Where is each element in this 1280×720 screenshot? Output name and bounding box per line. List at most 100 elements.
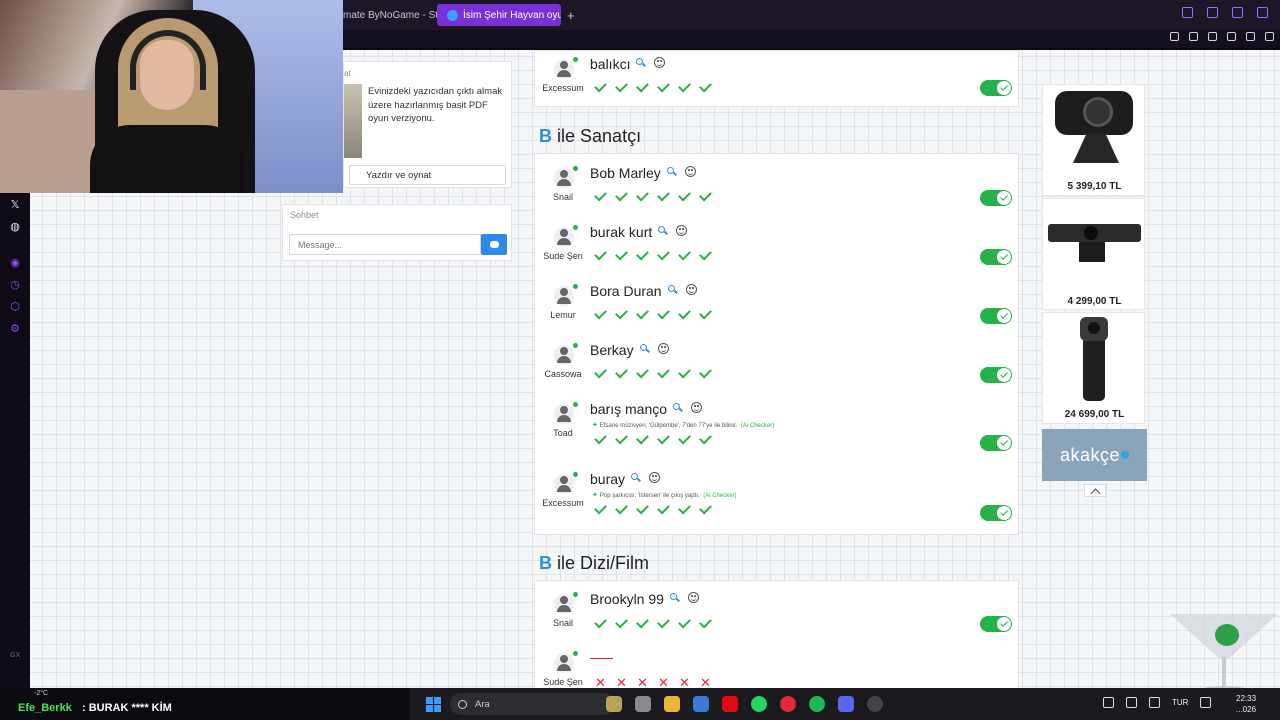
spotify-icon[interactable] xyxy=(809,696,825,712)
browser-tab-bar: mate ByNoGame - Strea İsim Şehir Hayvan … xyxy=(343,0,1280,30)
emoji-reaction-icon[interactable] xyxy=(649,472,660,483)
ad-product-pocket-cam[interactable]: 24 699,00 TL xyxy=(1042,312,1145,424)
section-title-sanatci: B ile Sanatçı xyxy=(539,126,641,147)
file-explorer-icon[interactable] xyxy=(664,696,680,712)
taskbar-clock[interactable]: 22:33 ...026 xyxy=(1236,693,1256,715)
ad-collapse-button[interactable] xyxy=(1084,484,1106,497)
chat-message-input[interactable] xyxy=(289,234,481,255)
search-icon[interactable] xyxy=(667,167,677,177)
ad-product-webcam-1[interactable]: 5 399,10 TL xyxy=(1042,84,1145,196)
emoji-reaction-icon[interactable] xyxy=(676,225,687,236)
taskbar-search[interactable]: Ara xyxy=(450,693,616,715)
answer-row: Cassowa Berkay xyxy=(535,331,1020,390)
accept-toggle[interactable] xyxy=(980,616,1012,632)
check-icon xyxy=(614,366,629,381)
emoji-reaction-icon[interactable] xyxy=(685,166,696,177)
chat-panel: Sohbet xyxy=(282,204,512,261)
check-icon xyxy=(656,248,671,263)
martini-olives xyxy=(1215,624,1239,646)
accept-toggle[interactable] xyxy=(980,435,1012,451)
history-icon[interactable]: ◷ xyxy=(8,277,22,291)
task-view-icon[interactable] xyxy=(635,696,651,712)
language-indicator[interactable]: TUR xyxy=(1172,698,1188,707)
minimize-icon[interactable] xyxy=(1207,7,1218,18)
discord-app-icon[interactable] xyxy=(838,696,854,712)
close-icon[interactable] xyxy=(1257,7,1268,18)
toggle-knob xyxy=(997,250,1011,264)
search-icon[interactable] xyxy=(1182,7,1193,18)
start-tile xyxy=(434,705,441,712)
store-icon[interactable] xyxy=(693,696,709,712)
user-icon-body xyxy=(557,415,571,422)
search-icon[interactable] xyxy=(658,226,668,236)
answer-text: Bob Marley xyxy=(590,165,661,181)
search-icon[interactable] xyxy=(670,593,680,603)
settings-icon[interactable]: ⚙ xyxy=(8,321,22,335)
search-icon[interactable] xyxy=(640,344,650,354)
shield-icon[interactable] xyxy=(1208,32,1217,41)
ad-product-webcam-2[interactable]: 4 299,00 TL xyxy=(1042,198,1145,310)
search-icon[interactable] xyxy=(631,473,641,483)
new-tab-button[interactable]: + xyxy=(567,8,575,23)
chevron-up-icon[interactable] xyxy=(1103,697,1114,708)
player-icon[interactable]: ◉ xyxy=(8,255,22,269)
whatsapp-icon[interactable] xyxy=(751,696,767,712)
sync-icon[interactable] xyxy=(1126,697,1137,708)
mic-icon[interactable] xyxy=(1149,697,1160,708)
answer-row: Excessum balıkcı xyxy=(535,42,1020,102)
emoji-reaction-icon[interactable] xyxy=(686,284,697,295)
user-icon-body xyxy=(557,485,571,492)
globe-icon xyxy=(447,9,458,21)
emoji-reaction-icon[interactable] xyxy=(654,57,665,68)
pin-icon[interactable] xyxy=(1170,32,1179,41)
chat-title: Sohbet xyxy=(290,210,319,220)
emoji-reaction-icon[interactable] xyxy=(691,402,702,413)
wifi-icon[interactable] xyxy=(1200,697,1212,708)
search-icon[interactable] xyxy=(668,285,678,295)
print-and-play-button[interactable]: Yazdır ve oynat xyxy=(349,165,506,185)
discord-icon[interactable]: ◍ xyxy=(8,219,22,233)
user-icon-head xyxy=(560,229,568,237)
taskbar-search-placeholder: Ara xyxy=(475,698,490,710)
heart-icon[interactable] xyxy=(1246,32,1255,41)
tab-isim-sehir-hayvan[interactable]: İsim Şehir Hayvan oyunu xyxy=(437,4,561,26)
opera-gx-icon[interactable] xyxy=(780,696,796,712)
maximize-icon[interactable] xyxy=(1232,7,1243,18)
play-icon[interactable] xyxy=(1227,32,1236,41)
user-icon-head xyxy=(560,170,568,178)
snapshot-icon[interactable] xyxy=(1189,32,1198,41)
accept-toggle[interactable] xyxy=(980,249,1012,265)
netflix-icon[interactable] xyxy=(722,696,738,712)
search-icon[interactable] xyxy=(673,403,683,413)
accept-toggle[interactable] xyxy=(980,367,1012,383)
extensions-icon[interactable]: ⬡ xyxy=(8,299,22,313)
search-icon-handle xyxy=(664,230,668,235)
obs-icon[interactable] xyxy=(867,696,883,712)
widget-icon[interactable] xyxy=(606,696,622,712)
windows-start-icon[interactable] xyxy=(426,697,441,712)
gx-label: GX xyxy=(10,652,21,659)
accept-toggle[interactable] xyxy=(980,190,1012,206)
vote-marks xyxy=(593,80,713,95)
start-tile xyxy=(426,705,433,712)
pdf-card-tag: at xyxy=(344,69,351,78)
x-icon[interactable]: 𝕏 xyxy=(8,197,22,211)
avatar xyxy=(554,227,574,247)
check-icon xyxy=(677,502,692,517)
check-icon xyxy=(677,307,692,322)
answer-row: Snail Brookyln 99 xyxy=(535,581,1020,640)
martini-overlay xyxy=(1170,614,1278,694)
search-icon[interactable] xyxy=(636,58,646,68)
check-icon xyxy=(656,616,671,631)
chat-send-button[interactable] xyxy=(481,234,507,255)
tab-bynogame[interactable]: mate ByNoGame - Strea xyxy=(343,4,437,26)
webcam-stand xyxy=(1073,133,1119,163)
emoji-reaction-icon[interactable] xyxy=(658,343,669,354)
accept-toggle[interactable] xyxy=(980,80,1012,96)
accept-toggle[interactable] xyxy=(980,505,1012,521)
accept-toggle[interactable] xyxy=(980,308,1012,324)
akakce-logo[interactable]: akakçe xyxy=(1042,429,1147,481)
user-icon-body xyxy=(557,238,571,245)
emoji-reaction-icon[interactable] xyxy=(688,592,699,603)
menu-icon[interactable] xyxy=(1265,32,1274,41)
